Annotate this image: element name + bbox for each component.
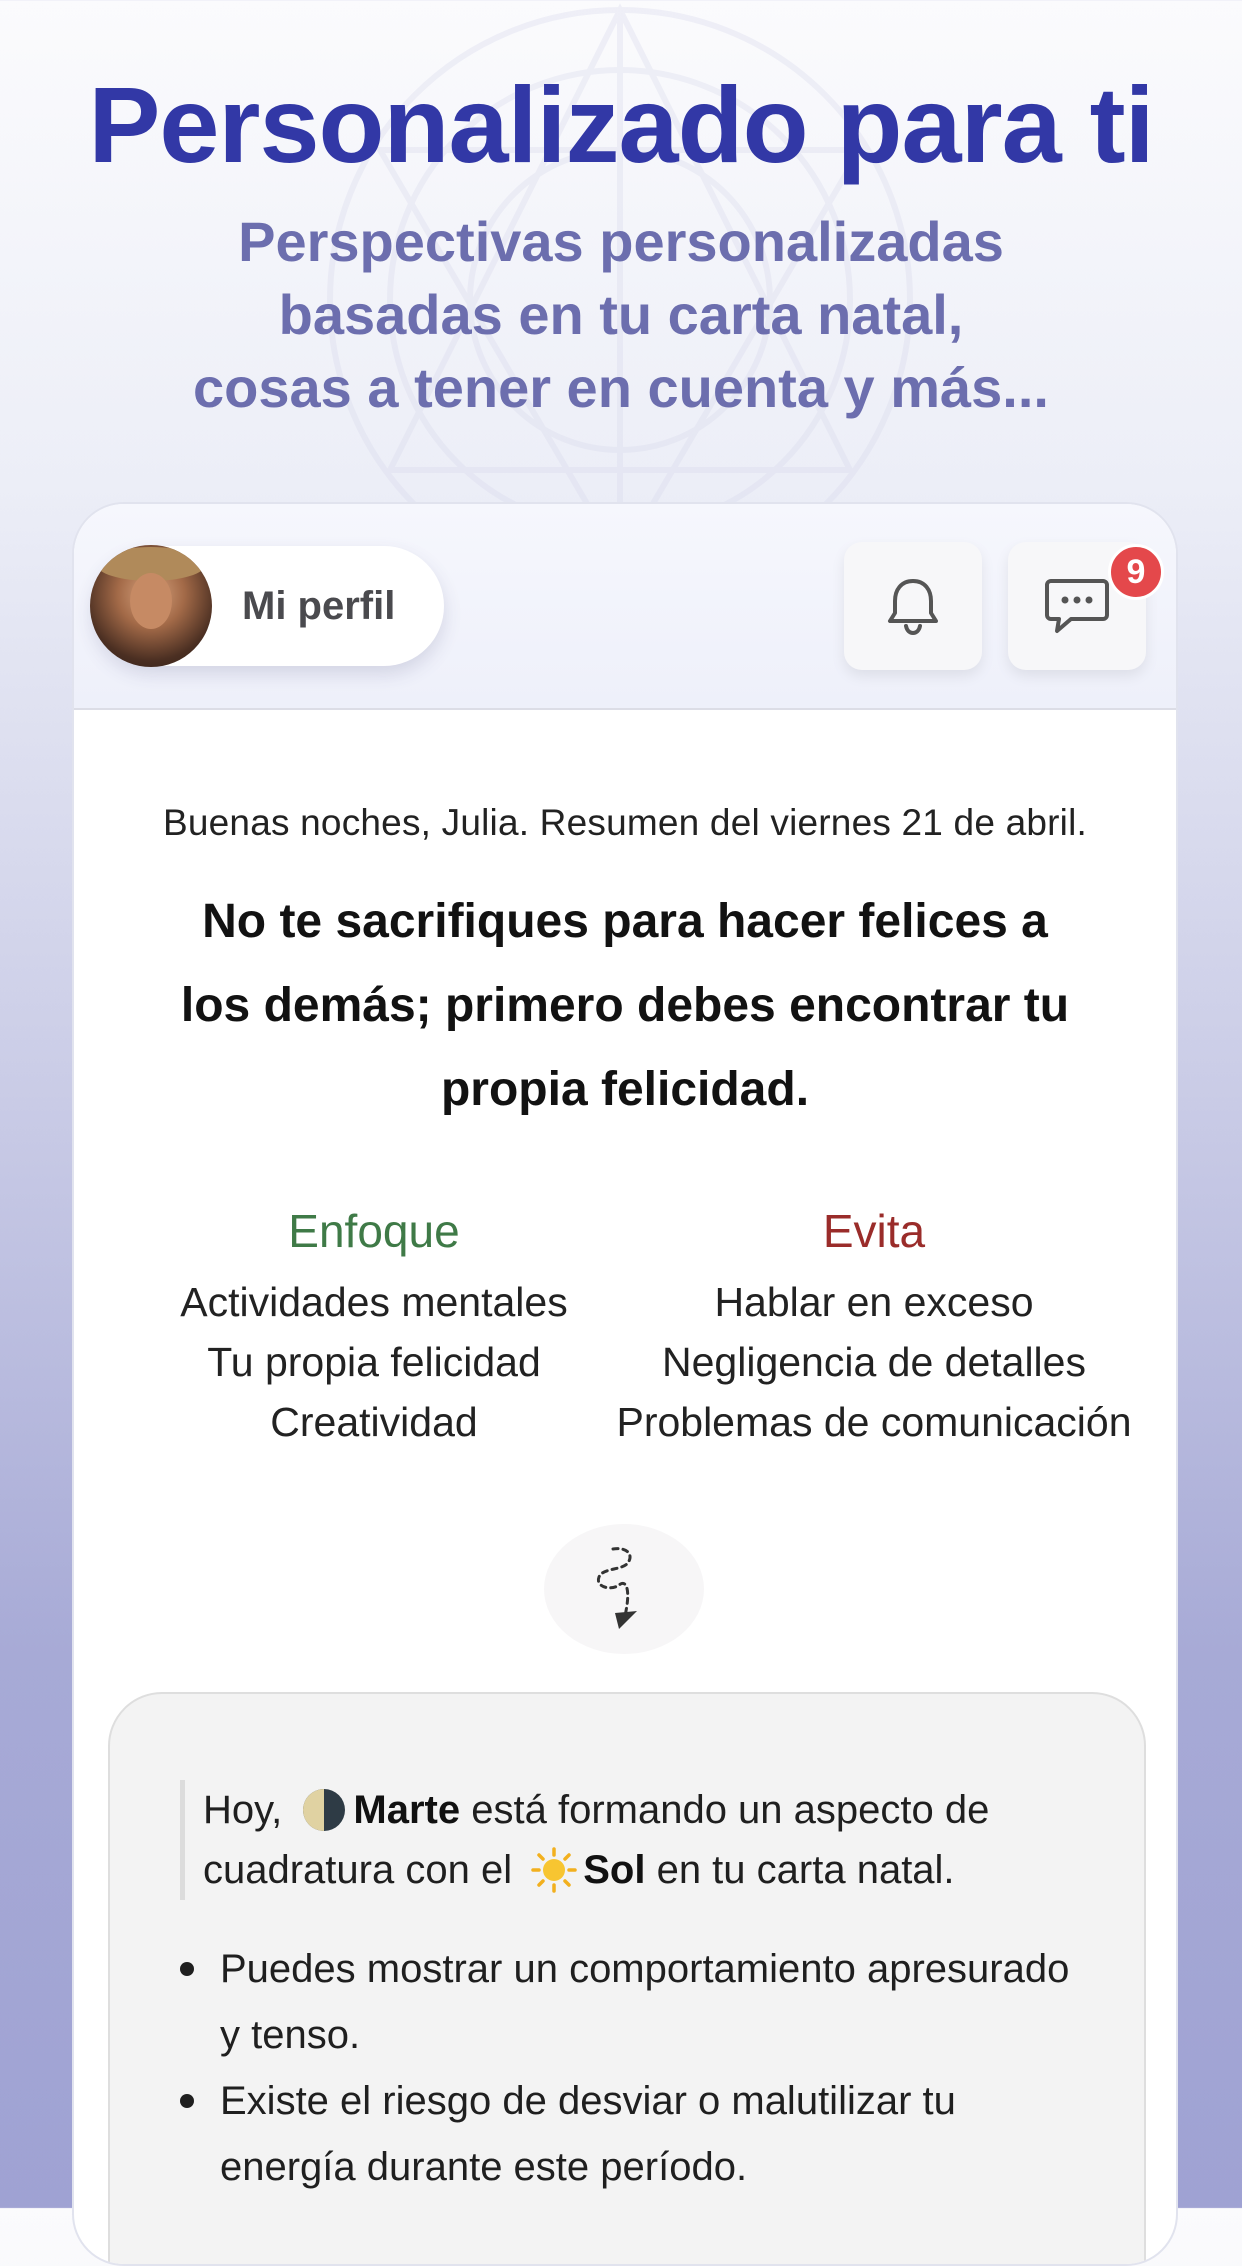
insight-bullets: Puedes mostrar un comportamiento apresur… xyxy=(180,1936,1100,2200)
app-header: Mi perfil 9 xyxy=(74,504,1176,710)
focus-item: Creatividad xyxy=(270,1399,478,1445)
avoid-title: Evita xyxy=(822,1205,926,1257)
quote-line: propia felicidad. xyxy=(440,1063,810,1116)
messages-badge: 9 xyxy=(1108,544,1164,600)
focus-column: Enfoque Actividades mentales Tu propia f… xyxy=(164,1204,584,1452)
list-item: Existe el riesgo de desviar o malutiliza… xyxy=(180,2068,1100,2200)
profile-label: Mi perfil xyxy=(242,583,396,628)
avoid-item: Hablar en exceso xyxy=(714,1279,1034,1325)
notifications-button[interactable] xyxy=(844,542,982,670)
subtitle-line: Perspectivas personalizadas xyxy=(238,210,1004,273)
transit-insight-card: Hoy, Marte está formando un aspecto de c… xyxy=(108,1692,1146,2264)
focus-item: Actividades mentales xyxy=(180,1279,568,1325)
planet-mars: Marte xyxy=(353,1788,461,1832)
focus-item: Tu propia felicidad xyxy=(207,1339,541,1385)
subtitle-line: cosas a tener en cuenta y más... xyxy=(193,356,1049,419)
quote-line: los demás; primero debes encontrar tu xyxy=(180,979,1070,1032)
moon-icon xyxy=(303,1789,346,1831)
page-subtitle: Perspectivas personalizadas basadas en t… xyxy=(0,205,1242,424)
transit-lead: Hoy, Marte está formando un aspecto de c… xyxy=(180,1780,1103,1900)
subtitle-line: basadas en tu carta natal, xyxy=(278,283,964,346)
page-title: Personalizado para ti xyxy=(88,64,1154,185)
daily-quote: No te sacrifiques para hacer felices a l… xyxy=(134,880,1116,1132)
scroll-down-hint[interactable] xyxy=(544,1524,704,1654)
daily-greeting: Buenas noches, Julia. Resumen del vierne… xyxy=(162,802,1087,843)
lead-suffix: en tu carta natal. xyxy=(656,1848,955,1892)
dotted-arrow-icon xyxy=(596,1547,637,1629)
lead-prefix: Hoy, xyxy=(203,1788,283,1832)
list-item: Puedes mostrar un comportamiento apresur… xyxy=(180,1936,1100,2068)
quote-line: No te sacrifiques para hacer felices a xyxy=(202,895,1048,948)
avatar xyxy=(90,545,212,667)
avoid-item: Negligencia de detalles xyxy=(662,1339,1086,1385)
profile-button[interactable]: Mi perfil xyxy=(90,545,444,667)
focus-title: Enfoque xyxy=(288,1205,460,1257)
bell-icon xyxy=(888,579,938,636)
chat-bubble-icon xyxy=(1045,579,1109,633)
planet-sun: Sol xyxy=(583,1848,646,1892)
avoid-item: Problemas de comunicación xyxy=(616,1399,1132,1445)
avoid-column: Evita Hablar en exceso Negligencia de de… xyxy=(594,1204,1154,1452)
app-screen-card: Mi perfil 9 Buenas noches, Julia. Resume… xyxy=(72,502,1178,2266)
sun-icon xyxy=(531,1847,577,1893)
